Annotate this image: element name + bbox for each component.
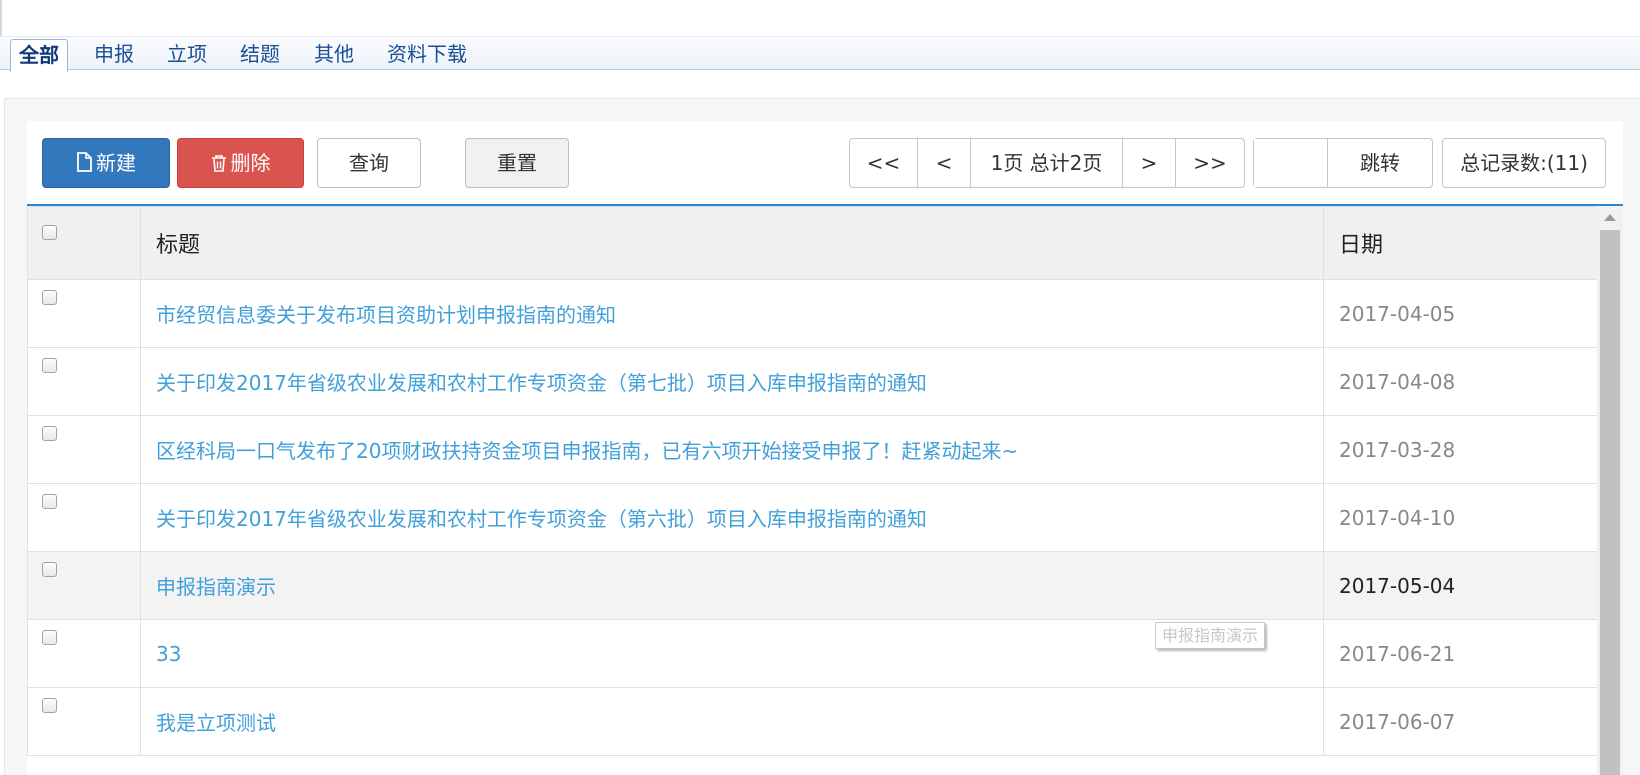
row-title-link[interactable]: 我是立项测试: [140, 687, 1324, 756]
tab-apply[interactable]: 申报: [86, 39, 142, 70]
trash-icon: [211, 141, 227, 189]
page-jump: 跳转: [1253, 138, 1433, 188]
row-date: 2017-04-05: [1323, 279, 1598, 348]
column-header-title[interactable]: 标题: [140, 206, 1324, 280]
row-date: 2017-06-07: [1323, 687, 1598, 756]
jump-button[interactable]: 跳转: [1328, 139, 1432, 187]
select-all-checkbox[interactable]: [42, 224, 57, 240]
row-checkbox[interactable]: [42, 357, 57, 373]
jump-page-input[interactable]: [1254, 139, 1328, 187]
record-table: 标题 日期 市经贸信息委关于发布项目资助计划申报指南的通知 2017-04-05…: [27, 206, 1598, 756]
tab-other[interactable]: 其他: [306, 39, 362, 70]
row-title-link[interactable]: 市经贸信息委关于发布项目资助计划申报指南的通知: [140, 279, 1324, 348]
row-checkbox[interactable]: [42, 561, 57, 577]
tab-downloads[interactable]: 资料下载: [379, 39, 475, 70]
new-button[interactable]: 新建: [42, 138, 170, 188]
query-button[interactable]: 查询: [317, 138, 421, 188]
next-page-button[interactable]: >: [1123, 139, 1176, 187]
row-checkbox[interactable]: [42, 493, 57, 509]
pagination: << < 1页 总计2页 > >>: [849, 138, 1245, 188]
row-date: 2017-04-10: [1323, 483, 1598, 552]
page-info: 1页 总计2页: [971, 139, 1123, 187]
table-row[interactable]: 关于印发2017年省级农业发展和农村工作专项资金（第七批）项目入库申报指南的通知…: [27, 347, 1598, 416]
row-checkbox[interactable]: [42, 697, 57, 713]
select-all-cell: [27, 206, 141, 280]
delete-button-label: 删除: [230, 151, 271, 175]
row-title-link[interactable]: 关于印发2017年省级农业发展和农村工作专项资金（第六批）项目入库申报指南的通知: [140, 483, 1324, 552]
row-title-link[interactable]: 申报指南演示: [140, 551, 1324, 620]
scroll-thumb[interactable]: [1600, 230, 1620, 775]
row-checkbox[interactable]: [42, 629, 57, 645]
window-edge: [0, 0, 2, 38]
delete-button[interactable]: 删除: [177, 138, 304, 188]
reset-button[interactable]: 重置: [465, 138, 569, 188]
tab-all[interactable]: 全部: [10, 39, 68, 72]
scroll-up-arrow-icon[interactable]: [1604, 214, 1616, 221]
first-page-button[interactable]: <<: [850, 139, 918, 187]
tab-approval[interactable]: 立项: [159, 39, 215, 70]
row-checkbox[interactable]: [42, 425, 57, 441]
table-row[interactable]: 33 2017-06-21: [27, 619, 1598, 688]
table-row[interactable]: 我是立项测试 2017-06-07: [27, 687, 1598, 756]
table-header-row: 标题 日期: [27, 206, 1598, 280]
table-row[interactable]: 市经贸信息委关于发布项目资助计划申报指南的通知 2017-04-05: [27, 279, 1598, 348]
row-title-link[interactable]: 33: [140, 619, 1324, 688]
prev-page-button[interactable]: <: [918, 139, 971, 187]
row-checkbox[interactable]: [42, 289, 57, 305]
row-title-link[interactable]: 区经科局一口气发布了20项财政扶持资金项目申报指南，已有六项开始接受申报了！赶紧…: [140, 415, 1324, 484]
row-date: 2017-06-21: [1323, 619, 1598, 688]
last-page-button[interactable]: >>: [1176, 139, 1244, 187]
table-row[interactable]: 区经科局一口气发布了20项财政扶持资金项目申报指南，已有六项开始接受申报了！赶紧…: [27, 415, 1598, 484]
row-title-link[interactable]: 关于印发2017年省级农业发展和农村工作专项资金（第七批）项目入库申报指南的通知: [140, 347, 1324, 416]
new-button-label: 新建: [96, 151, 136, 175]
table-scrollbar[interactable]: [1597, 206, 1623, 775]
category-tabbar: 全部 申报 立项 结题 其他 资料下载: [0, 36, 1640, 72]
row-date: 2017-03-28: [1323, 415, 1598, 484]
column-header-date[interactable]: 日期: [1323, 206, 1598, 280]
title-tooltip: 申报指南演示: [1155, 622, 1266, 649]
row-date: 2017-04-08: [1323, 347, 1598, 416]
file-icon: [76, 141, 92, 189]
tab-conclusion[interactable]: 结题: [232, 39, 288, 70]
row-date: 2017-05-04: [1323, 551, 1598, 620]
table-row[interactable]: 关于印发2017年省级农业发展和农村工作专项资金（第六批）项目入库申报指南的通知…: [27, 483, 1598, 552]
total-records: 总记录数:(11): [1442, 138, 1606, 188]
table-row[interactable]: 申报指南演示 2017-05-04: [27, 551, 1598, 620]
